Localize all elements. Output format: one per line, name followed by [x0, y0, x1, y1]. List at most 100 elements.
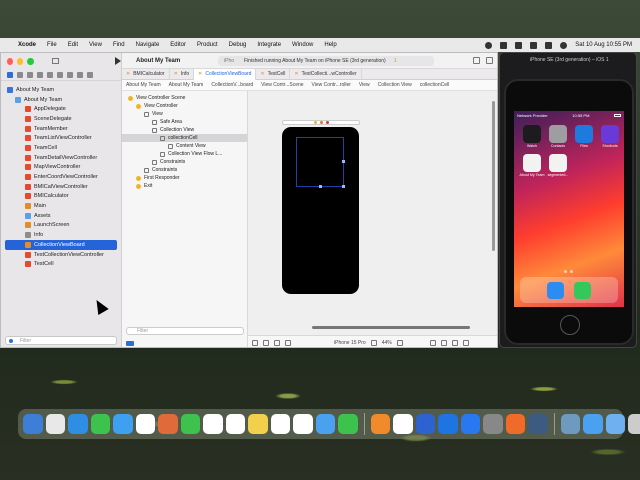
first-responder-dock-icon[interactable] [319, 121, 323, 124]
outline-item[interactable]: collectionCell [122, 134, 247, 142]
jump-bar-item[interactable]: collectionCell [420, 82, 449, 88]
menu-help[interactable]: Help [324, 42, 336, 48]
dock-app-icon[interactable] [583, 414, 603, 434]
keyboard-icon[interactable] [500, 41, 508, 49]
editor-tab[interactable]: ✕ Info [170, 68, 195, 80]
navigator-item[interactable]: LaunchScreen [1, 221, 121, 231]
test-navigator-icon[interactable] [57, 71, 63, 78]
dock-app-icon[interactable] [203, 414, 223, 434]
inspector-toggle-icon[interactable] [486, 57, 493, 64]
outline-item[interactable]: First Responder [122, 174, 247, 182]
report-navigator-icon[interactable] [87, 71, 93, 78]
editor-tab[interactable]: ✕ CollectionViewBoard [194, 68, 257, 80]
resize-handle[interactable] [342, 185, 345, 188]
navigator-item[interactable]: TeamMember [1, 124, 121, 134]
outline-item[interactable]: Safe Area [122, 118, 247, 126]
control-center-icon[interactable] [545, 41, 553, 49]
menu-product[interactable]: Product [197, 42, 218, 48]
navigator-item[interactable]: TeamListViewController [1, 133, 121, 143]
dock-app-icon[interactable] [438, 414, 458, 434]
editor-tab[interactable]: ✕ TestCell [256, 68, 291, 80]
jump-bar-item[interactable]: View [359, 82, 370, 88]
outline-panel-icon[interactable] [252, 339, 258, 346]
dock-app-icon[interactable] [180, 414, 200, 434]
screen-record-icon[interactable] [485, 41, 493, 49]
dock-app-icon[interactable] [393, 414, 413, 434]
editor-tab[interactable]: ✕ TestCollecti...wController [290, 68, 362, 80]
navigator-item[interactable]: MapViewController [1, 163, 121, 173]
navigator-item[interactable]: Assets [1, 211, 121, 221]
resize-handle[interactable] [319, 185, 322, 188]
zoom-out-icon[interactable] [370, 339, 377, 346]
jump-bar-item[interactable]: CollectionV...board [211, 82, 253, 88]
app-icon[interactable]: Files [574, 125, 594, 148]
collection-cell[interactable] [296, 137, 345, 188]
storyboard-canvas[interactable]: iPhone 15 Pro 44% [248, 91, 497, 347]
menu-find[interactable]: Find [113, 42, 125, 48]
warning-count[interactable]: 1 [394, 58, 397, 64]
dock-app-icon[interactable] [158, 414, 178, 434]
navigator-item[interactable]: TeamCell [1, 143, 121, 153]
outline-item[interactable]: Exit [122, 182, 247, 190]
dock-app-icon[interactable] [505, 414, 525, 434]
menu-navigate[interactable]: Navigate [136, 42, 160, 48]
menu-debug[interactable]: Debug [229, 42, 247, 48]
navigator-item[interactable]: BMICalculator [1, 192, 121, 202]
editor-tab[interactable]: ✕ BMICalculator [122, 68, 170, 80]
outline-item[interactable]: View [122, 110, 247, 118]
run-button[interactable] [114, 57, 121, 65]
menu-clock[interactable]: Sat 10 Aug 10:55 PM [575, 42, 632, 48]
resolve-issues-icon[interactable] [462, 339, 469, 346]
view-controller-dock-icon[interactable] [313, 121, 317, 124]
home-screen[interactable]: Network Provider 10:55 PM Watch Contacts F… [514, 111, 624, 307]
app-icon[interactable]: segmented... [548, 154, 568, 177]
menu-file[interactable]: File [47, 42, 57, 48]
wifi-icon[interactable] [515, 41, 523, 49]
zoom-in-icon[interactable] [396, 339, 403, 346]
navigator-item[interactable]: AppDelegate [1, 104, 121, 114]
dock-app-icon[interactable] [225, 414, 245, 434]
run-destination[interactable]: iPho [224, 58, 234, 64]
dock-app-icon[interactable] [270, 414, 290, 434]
outline-filter-field[interactable]: Filter [126, 327, 244, 335]
jump-bar-item[interactable]: About My Team [169, 82, 204, 88]
device-frame[interactable] [282, 127, 359, 294]
minimize-window-button[interactable] [17, 57, 24, 65]
jump-bar-item[interactable]: About My Team [126, 82, 161, 88]
outline-item[interactable]: Collection View Flow L... [122, 150, 247, 158]
dock-app-icon[interactable] [370, 414, 390, 434]
align-icon[interactable] [440, 339, 447, 346]
outline-item[interactable]: Collection View [122, 126, 247, 134]
outline-item[interactable]: Constraints [122, 166, 247, 174]
menu-app-name[interactable]: Xcode [18, 42, 36, 48]
add-constraints-icon[interactable] [451, 339, 458, 346]
dock-app-icon[interactable] [415, 414, 435, 434]
navigator-item[interactable]: BMICalViewController [1, 182, 121, 192]
menu-integrate[interactable]: Integrate [257, 42, 281, 48]
issue-navigator-icon[interactable] [47, 71, 53, 78]
navigator-item[interactable]: About My Team [1, 85, 121, 95]
dock-app-icon[interactable] [113, 414, 133, 434]
dock-app-icon[interactable] [45, 414, 65, 434]
navigator-item[interactable]: TestCell [1, 259, 121, 269]
menu-editor[interactable]: Editor [170, 42, 186, 48]
dock-app-icon[interactable] [628, 414, 640, 434]
navigator-item[interactable]: Main [1, 201, 121, 211]
navigator-item[interactable]: SceneDelegate [1, 114, 121, 124]
app-icon[interactable]: Contacts [548, 125, 568, 148]
dock-app-icon[interactable] [135, 414, 155, 434]
jump-bar-item[interactable]: Collection View [378, 82, 412, 88]
library-icon[interactable] [473, 57, 480, 64]
outline-toggle-icon[interactable] [126, 341, 134, 346]
navigator-item[interactable]: TestCollectionViewController [1, 250, 121, 260]
zoom-level[interactable]: 44% [382, 340, 392, 346]
dock-app-icon[interactable] [574, 281, 591, 299]
dock-app-icon[interactable] [560, 414, 580, 434]
sidebar-toggle-icon[interactable] [51, 58, 59, 64]
appearance-icon[interactable] [263, 339, 269, 346]
jump-bar-item[interactable]: View Contr...Scene [261, 82, 303, 88]
dock-app-icon[interactable] [460, 414, 480, 434]
dock-app-icon[interactable] [483, 414, 503, 434]
source-control-icon[interactable] [17, 71, 23, 78]
zoom-window-button[interactable] [27, 57, 34, 65]
